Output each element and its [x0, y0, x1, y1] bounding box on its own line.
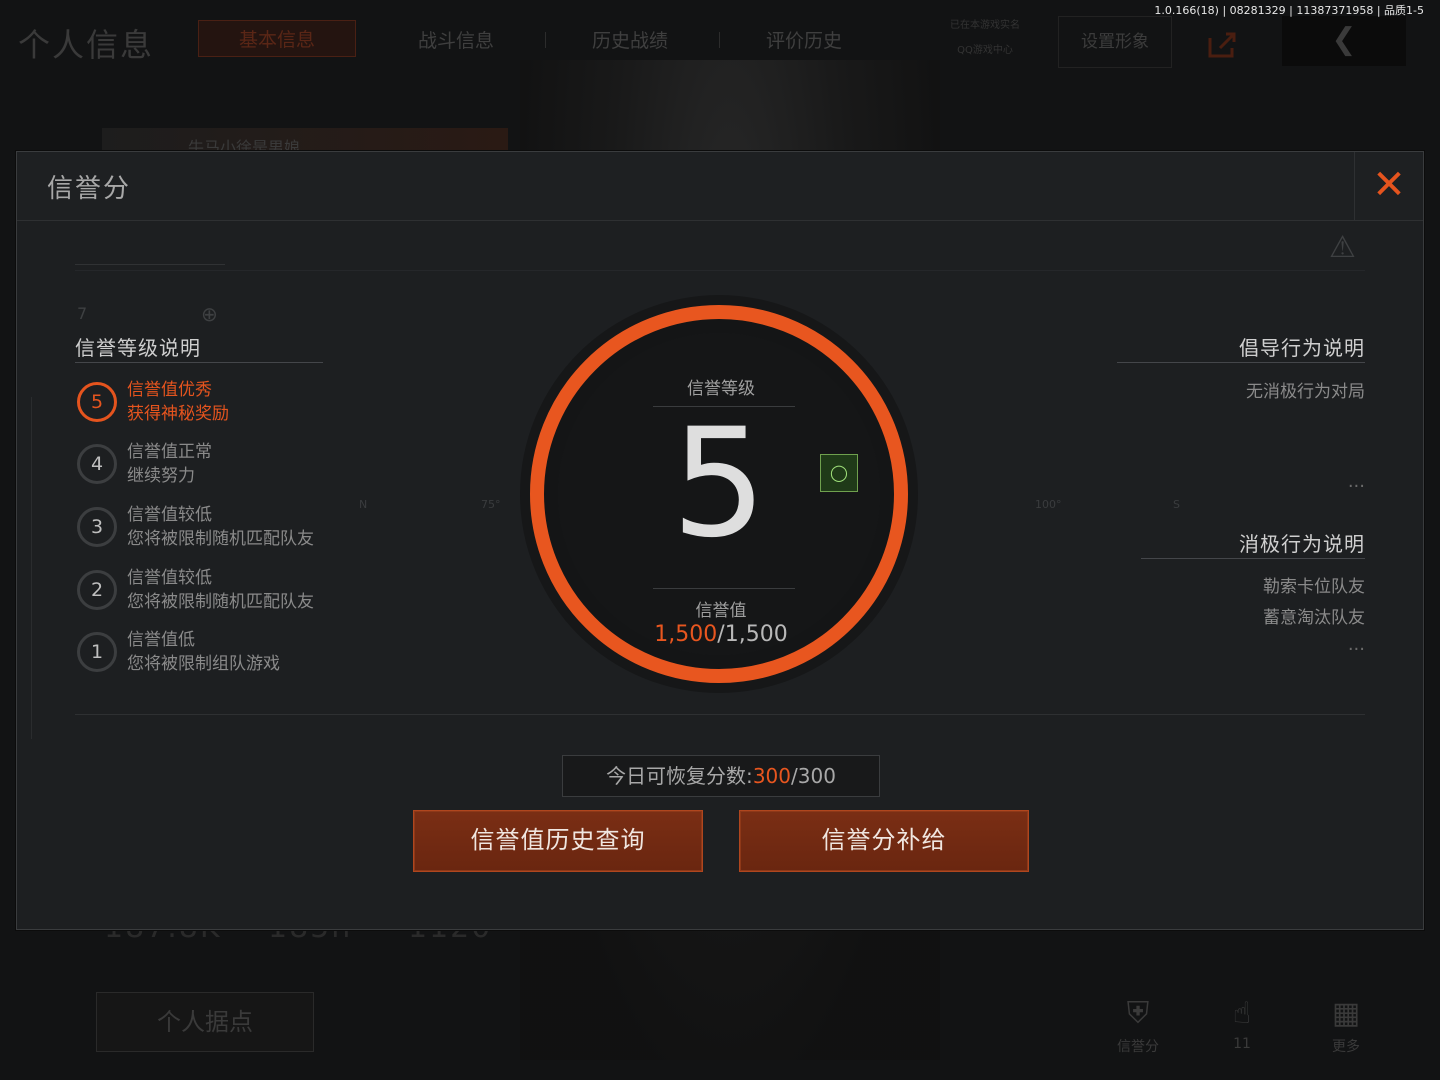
credit-value-max: 1,500 [724, 622, 788, 647]
recover-max: 300 [797, 764, 836, 788]
negative-behavior-item: 蓄意淘汰队友 [1263, 608, 1365, 628]
compass-mark: 75° [481, 498, 501, 511]
modal-title: 信誉分 [47, 174, 132, 204]
version-info: 1.0.166(18) | 08281329 | 11387371958 | 品… [1154, 4, 1424, 17]
level-effect: 您将被限制随机匹配队友 [127, 592, 314, 612]
thumbs-up-icon: ☝ [1232, 996, 1252, 1031]
tab-basic-info[interactable]: 基本信息 [198, 20, 357, 57]
level-item-4: 4 信誉值正常 继续努力 [75, 440, 375, 492]
title-underline [1117, 362, 1365, 363]
gauge-tick-line [653, 588, 795, 589]
credit-supply-button[interactable]: 信誉分补给 [739, 810, 1029, 872]
level-number-badge: 5 [77, 382, 117, 422]
more-entry[interactable]: ▦ 更多 [1316, 992, 1376, 1056]
title-underline [1141, 558, 1365, 559]
recover-current: 300 [752, 764, 791, 788]
level-status: 信誉值优秀 [127, 380, 212, 400]
share-icon[interactable] [1198, 24, 1244, 64]
credit-value-label: 信誉值 [695, 601, 747, 621]
level-number-badge: 2 [77, 570, 117, 610]
modal-header: 信誉分 ✕ [17, 152, 1423, 221]
close-icon: ✕ [1372, 162, 1406, 208]
credit-score-entry-label: 信誉分 [1117, 1039, 1159, 1055]
page-title: 个人信息 [18, 26, 155, 64]
hud-marker: 7 [77, 304, 88, 323]
credit-value-current: 1,500 [654, 622, 718, 647]
close-button[interactable]: ✕ [1354, 152, 1423, 220]
positive-behavior-title: 倡导行为说明 [1239, 336, 1365, 360]
credit-level-label: 信誉等级 [687, 379, 755, 399]
level-description: 信誉值较低 您将被限制随机匹配队友 [127, 566, 314, 614]
positive-behavior-item: 无消极行为对局 [1246, 382, 1365, 402]
more-label: 更多 [1332, 1039, 1360, 1055]
level-effect: 您将被限制组队游戏 [127, 654, 280, 674]
tab-divider [545, 32, 546, 48]
personal-stronghold-button[interactable]: 个人据点 [96, 992, 314, 1052]
credit-value-separator: / [717, 622, 725, 647]
negative-more-ellipsis[interactable]: ··· [1348, 639, 1365, 660]
realname-badge[interactable]: 已在本游戏实名 QQ游戏中心 [940, 16, 1030, 66]
likes-count: 11 [1233, 1036, 1251, 1052]
level-description-title: 信誉等级说明 [75, 336, 201, 360]
level-item-1: 1 信誉值低 您将被限制组队游戏 [75, 628, 375, 680]
credit-history-button[interactable]: 信誉值历史查询 [413, 810, 703, 872]
rank-badge-icon[interactable]: ◯ [820, 454, 858, 492]
level-status: 信誉值正常 [127, 442, 212, 462]
recover-separator: / [791, 764, 798, 788]
level-description: 信誉值正常 继续努力 [127, 440, 212, 488]
tab-divider [719, 32, 720, 48]
compass-mark: 100° [1035, 498, 1062, 511]
level-status: 信誉值较低 [127, 505, 212, 525]
level-item-3: 3 信誉值较低 您将被限制随机匹配队友 [75, 503, 375, 555]
level-effect: 获得神秘奖励 [127, 404, 229, 424]
more-grid-icon: ▦ [1331, 996, 1361, 1031]
realname-sub: QQ游戏中心 [957, 45, 1013, 56]
section-divider [75, 714, 1365, 715]
negative-behavior-title: 消极行为说明 [1239, 532, 1365, 556]
hud-divider [75, 264, 225, 265]
credit-score-entry[interactable]: ⛨ 信誉分 [1108, 992, 1168, 1056]
credit-score-modal: 信誉分 ✕ 7 ⊕ ⚠ 信誉等级说明 5 信誉值优秀 获得神秘奖励 4 信誉值正… [16, 151, 1424, 930]
chevron-left-icon: ❮ [1331, 22, 1357, 57]
tab-battle-info[interactable]: 战斗信息 [418, 26, 494, 53]
back-button[interactable]: ❮ [1282, 16, 1406, 66]
level-status: 信誉值较低 [127, 568, 212, 588]
hud-divider [75, 270, 1365, 271]
credit-value: 1,500/1,500 [621, 622, 821, 647]
level-description: 信誉值低 您将被限制组队游戏 [127, 628, 280, 676]
compass-mark: N [359, 498, 368, 511]
tab-review-history[interactable]: 评价历史 [766, 26, 842, 53]
player-name-row [102, 128, 508, 152]
credit-level-value: 5 [671, 397, 767, 571]
level-number-badge: 3 [77, 507, 117, 547]
level-description: 信誉值优秀 获得神秘奖励 [127, 378, 229, 426]
likes-entry[interactable]: ☝ 11 [1212, 992, 1272, 1052]
daily-recoverable-points: 今日可恢复分数:300/300 [562, 755, 880, 797]
positive-more-ellipsis[interactable]: ··· [1348, 476, 1365, 497]
level-status: 信誉值低 [127, 630, 195, 650]
level-number-badge: 1 [77, 632, 117, 672]
level-item-5: 5 信誉值优秀 获得神秘奖励 [75, 378, 375, 430]
realname-label: 已在本游戏实名 [950, 20, 1020, 31]
hud-divider [31, 397, 32, 739]
recover-label: 今日可恢复分数: [606, 764, 753, 788]
warning-icon: ⚠ [1329, 230, 1356, 265]
level-effect: 您将被限制随机匹配队友 [127, 529, 314, 549]
level-effect: 继续努力 [127, 466, 195, 486]
level-description: 信誉值较低 您将被限制随机匹配队友 [127, 503, 314, 551]
level-item-2: 2 信誉值较低 您将被限制随机匹配队友 [75, 566, 375, 618]
level-number-badge: 4 [77, 444, 117, 484]
compass-mark: S [1173, 498, 1180, 511]
tab-match-history[interactable]: 历史战绩 [592, 26, 668, 53]
set-appearance-button[interactable]: 设置形象 [1058, 16, 1172, 68]
credit-shield-icon: ⛨ [1126, 996, 1150, 1031]
title-underline [75, 362, 323, 363]
negative-behavior-item: 勒索卡位队友 [1263, 577, 1365, 597]
crosshair-icon: ⊕ [201, 302, 218, 326]
